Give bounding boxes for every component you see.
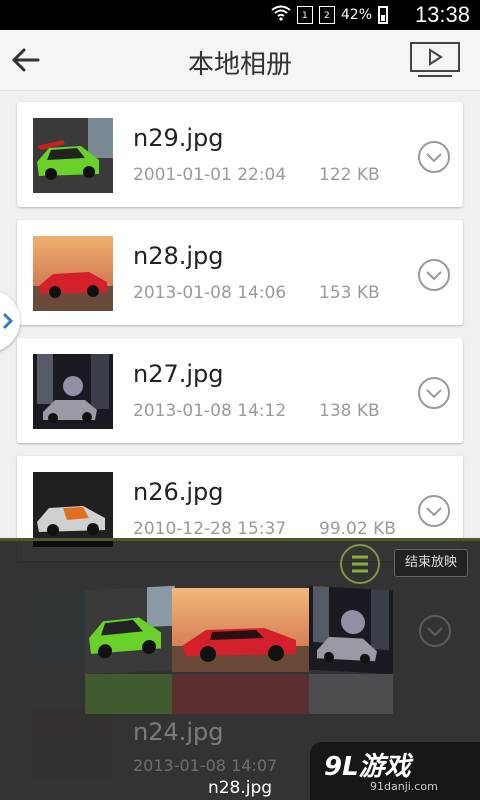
chevron-down-icon[interactable]: [417, 494, 451, 528]
file-name: n28.jpg: [133, 242, 224, 270]
menu-icon: [352, 555, 368, 573]
slide-reflection: [85, 674, 393, 714]
chevron-right-icon: [2, 312, 14, 330]
thumbnail-image: [33, 354, 113, 429]
list-item[interactable]: n28.jpg 2013-01-08 14:06 153 KB: [17, 220, 463, 325]
file-name: n29.jpg: [133, 124, 224, 152]
faded-thumbnail: [33, 710, 113, 780]
file-size: 138 KB: [319, 401, 380, 421]
faded-thumbnail: [33, 591, 93, 666]
slide-current[interactable]: [172, 588, 309, 672]
chevron-down-icon[interactable]: [417, 376, 451, 410]
app-header: 本地相册: [0, 30, 480, 91]
list-item[interactable]: n29.jpg 2001-01-01 22:04 122 KB: [17, 102, 463, 207]
divider: [0, 538, 480, 541]
file-size: 122 KB: [319, 165, 380, 185]
watermark-logo: 9L游戏: [324, 752, 411, 782]
thumbnail-image: [33, 472, 113, 547]
thumbnail-image: [33, 118, 113, 193]
end-slideshow-button[interactable]: 结束放映: [394, 549, 468, 577]
file-size: 153 KB: [319, 283, 380, 303]
menu-button[interactable]: [340, 544, 380, 584]
slide-next[interactable]: [309, 585, 393, 675]
file-date: 2013-01-08 14:12: [133, 401, 287, 421]
list-item[interactable]: n27.jpg 2013-01-08 14:12 138 KB: [17, 338, 463, 443]
file-name: n27.jpg: [133, 360, 224, 388]
page-title: 本地相册: [187, 50, 292, 80]
slide-previous[interactable]: [85, 585, 175, 675]
file-date: 2010-12-28 15:37: [133, 519, 287, 539]
status-bar: 1 2 42% 13:38: [0, 0, 480, 30]
wifi-icon: [271, 5, 291, 25]
battery-percent: 42%: [340, 7, 372, 23]
slideshow-button[interactable]: [410, 42, 460, 78]
sim1-icon: 1: [296, 6, 313, 24]
clock: 13:38: [414, 2, 470, 27]
file-date: 2001-01-01 22:04: [133, 165, 287, 185]
sim2-icon: 2: [318, 6, 335, 24]
faded-file-date: 2013-01-08 14:07: [133, 756, 278, 775]
battery-icon: [378, 6, 388, 24]
file-name: n26.jpg: [133, 478, 224, 506]
file-date: 2013-01-08 14:06: [133, 283, 287, 303]
chevron-down-icon[interactable]: [417, 258, 451, 292]
chevron-down-icon[interactable]: [417, 140, 451, 174]
play-slideshow-icon: [410, 42, 460, 77]
watermark-url: 91danji.com: [370, 780, 438, 793]
faded-file-name: n24.jpg: [133, 718, 224, 746]
photo-list: n29.jpg 2001-01-01 22:04 122 KB n28.jpg …: [17, 102, 463, 574]
chevron-down-icon: [419, 615, 451, 647]
file-size: 99.02 KB: [319, 519, 396, 539]
watermark: 9L游戏 91danji.com: [310, 742, 480, 800]
thumbnail-image: [33, 236, 113, 311]
